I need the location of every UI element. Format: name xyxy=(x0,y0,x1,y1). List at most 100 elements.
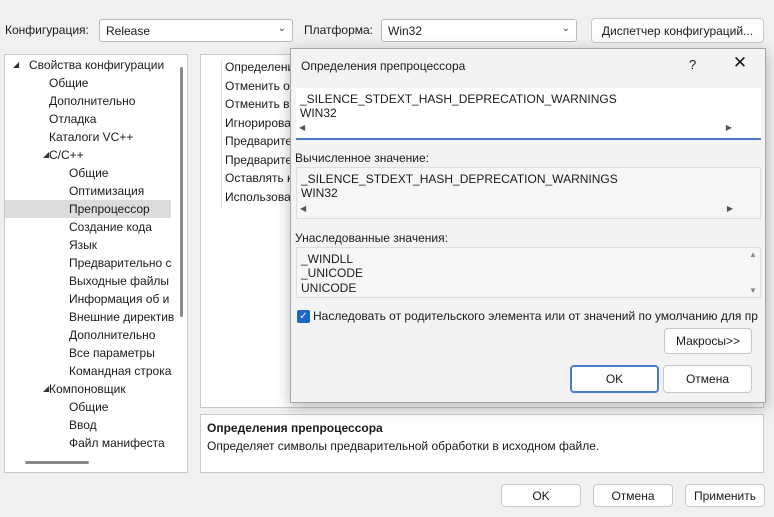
scroll-left-icon[interactable]: ◀ xyxy=(300,204,306,213)
tree-item-label: Создание кода xyxy=(69,220,152,234)
property-row[interactable]: Отменить вс xyxy=(225,95,295,113)
computed-label: Вычисленное значение: xyxy=(295,151,429,165)
scroll-down-icon[interactable]: ▼ xyxy=(749,286,757,295)
dialog-ok-button[interactable]: OK xyxy=(570,365,659,393)
tree-item-label: Язык xyxy=(69,238,98,252)
computed-line: WIN32 xyxy=(301,186,338,200)
inherit-checkbox-label[interactable]: Наследовать от родительского элемента ил… xyxy=(313,309,758,323)
property-row[interactable]: Предварите xyxy=(225,132,292,150)
expand-arrow-icon[interactable]: ◢ xyxy=(43,380,49,398)
dialog-cancel-button[interactable]: Отмена xyxy=(663,365,752,393)
inherit-checkbox[interactable]: ✓ xyxy=(297,310,310,323)
tree-item[interactable]: Все параметры xyxy=(5,344,175,362)
scroll-left-icon[interactable]: ◀ xyxy=(299,123,305,132)
tree-item[interactable]: Каталоги VC++ xyxy=(5,128,175,146)
inherited-vertical-scrollbar[interactable]: ▲ ▼ xyxy=(746,248,760,297)
scroll-right-icon[interactable]: ▶ xyxy=(726,123,732,132)
tree-item[interactable]: Выходные файлы xyxy=(5,272,175,290)
expand-arrow-icon[interactable]: ◢ xyxy=(43,146,49,164)
inherited-line: _UNICODE xyxy=(301,266,364,280)
edit-line: _SILENCE_STDEXT_HASH_DEPRECATION_WARNING… xyxy=(300,92,617,106)
tree-horizontal-scrollbar[interactable] xyxy=(25,461,89,464)
tree-item-label: Командная строка xyxy=(69,364,172,378)
inherited-line: _WINDLL xyxy=(301,252,354,266)
tree-item-label: Свойства конфигурации xyxy=(29,58,165,72)
tree-item[interactable]: Командная строка xyxy=(5,362,175,380)
scroll-up-icon[interactable]: ▲ xyxy=(749,250,757,259)
tree-item-label: C/C++ xyxy=(49,148,84,162)
inherited-label: Унаследованные значения: xyxy=(295,231,448,245)
inherited-values-box: _WINDLL _UNICODE UNICODE ▲ ▼ xyxy=(296,247,761,298)
tree-item[interactable]: Оптимизация xyxy=(5,182,175,200)
tree-item[interactable]: ◢ C/C++ xyxy=(5,146,175,164)
tree-item[interactable]: Общие xyxy=(5,398,175,416)
chevron-down-icon: ⌄ xyxy=(277,23,286,34)
tree-item-label: Отладка xyxy=(49,112,97,126)
edit-line: WIN32 xyxy=(300,106,337,120)
tree-item-label: Препроцессор xyxy=(69,202,150,216)
footer-apply-button[interactable]: Применить xyxy=(685,484,765,507)
tree-item[interactable]: Предварительно с xyxy=(5,254,175,272)
tree-item[interactable]: Общие xyxy=(5,164,175,182)
tree-item[interactable]: Файл манифеста xyxy=(5,434,175,452)
footer-cancel-button[interactable]: Отмена xyxy=(593,484,673,507)
tree-item[interactable]: Ввод xyxy=(5,416,175,434)
config-manager-button[interactable]: Диспетчер конфигураций... xyxy=(591,18,764,43)
chevron-down-icon: ⌄ xyxy=(561,23,570,34)
tree-item[interactable]: Создание кода xyxy=(5,218,175,236)
edit-horizontal-scrollbar[interactable]: ◀ ▶ xyxy=(296,122,736,136)
tree-item[interactable]: Общие xyxy=(5,74,175,92)
tree-item-label: Внешние директив xyxy=(69,310,175,324)
property-row[interactable]: Оставлять к xyxy=(225,169,292,187)
tree-item-label: Все параметры xyxy=(69,346,155,360)
definitions-edit-box[interactable]: _SILENCE_STDEXT_HASH_DEPRECATION_WARNING… xyxy=(296,88,761,140)
platform-combo[interactable]: Win32 ⌄ xyxy=(381,19,577,42)
footer-ok-button[interactable]: OK xyxy=(501,484,581,507)
help-icon[interactable]: ? xyxy=(689,57,696,72)
tree-item-label: Дополнительно xyxy=(49,94,136,108)
computed-horizontal-scrollbar[interactable]: ◀ ▶ xyxy=(297,203,737,217)
property-row[interactable]: Отменить о xyxy=(225,77,290,95)
tree-item[interactable]: Информация об и xyxy=(5,290,175,308)
property-tree[interactable]: ◢ Свойства конфигурации Общие Дополнительно… xyxy=(4,54,188,473)
description-panel: Определения препроцессора Определяет сим… xyxy=(200,414,764,473)
configuration-combo[interactable]: Release ⌄ xyxy=(99,19,293,42)
property-row[interactable]: Предварите xyxy=(225,151,292,169)
tree-item[interactable]: Дополнительно xyxy=(5,326,175,344)
tree-item[interactable]: Отладка xyxy=(5,110,175,128)
inherited-line: UNICODE xyxy=(301,281,357,295)
description-text: Определяет символы предварительной обраб… xyxy=(207,439,600,453)
tree-item[interactable]: Внешние директив xyxy=(5,308,175,326)
tree-item[interactable]: ◢ Компоновщик xyxy=(5,380,175,398)
close-icon[interactable]: ✕ xyxy=(729,53,751,73)
tree-vertical-scrollbar[interactable] xyxy=(180,67,183,317)
dialog-title: Определения препроцессора xyxy=(301,59,466,73)
tree-item[interactable]: Препроцессор xyxy=(5,200,171,218)
computed-line: _SILENCE_STDEXT_HASH_DEPRECATION_WARNING… xyxy=(301,172,618,186)
preprocessor-definitions-dialog: Определения препроцессора ? ✕ _SILENCE_S… xyxy=(290,48,766,403)
grid-separator xyxy=(221,59,222,209)
tree-item-label: Компоновщик xyxy=(49,382,126,396)
platform-label: Платформа: xyxy=(304,23,374,37)
scroll-right-icon[interactable]: ▶ xyxy=(727,204,733,213)
tree-item[interactable]: Язык xyxy=(5,236,175,254)
property-row[interactable]: Игнорирова xyxy=(225,114,291,132)
tree-item-label: Общие xyxy=(49,76,89,90)
tree-item-label: Общие xyxy=(69,166,109,180)
property-row[interactable]: Использова xyxy=(225,188,291,206)
tree-item[interactable]: ◢ Свойства конфигурации xyxy=(5,56,175,74)
tree-item-label: Ввод xyxy=(69,418,97,432)
tree-item-label: Информация об и xyxy=(69,292,170,306)
tree-item-label: Каталоги VC++ xyxy=(49,130,134,144)
platform-value: Win32 xyxy=(388,24,423,38)
tree-item-label: Выходные файлы xyxy=(69,274,170,288)
configuration-value: Release xyxy=(106,24,151,38)
tree-item-label: Дополнительно xyxy=(69,328,156,342)
tree-item-label: Предварительно с xyxy=(69,256,172,270)
tree-item-label: Общие xyxy=(69,400,109,414)
macros-button[interactable]: Макросы>> xyxy=(664,328,752,354)
tree-item-label: Оптимизация xyxy=(69,184,145,198)
tree-item[interactable]: Дополнительно xyxy=(5,92,175,110)
expand-arrow-icon[interactable]: ◢ xyxy=(13,56,19,74)
description-title: Определения препроцессора xyxy=(207,421,383,435)
